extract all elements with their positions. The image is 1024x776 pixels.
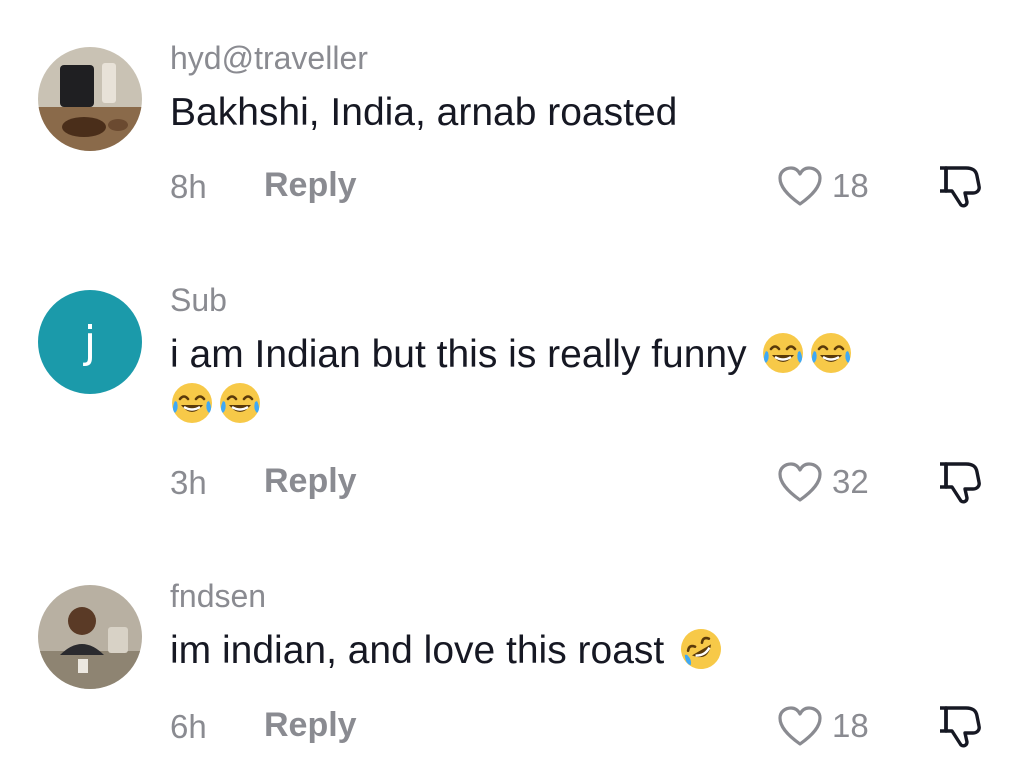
- reply-button[interactable]: Reply: [264, 166, 357, 205]
- comment-text-content: im indian, and love this roast: [170, 629, 665, 672]
- heart-icon: [776, 704, 824, 748]
- avatar[interactable]: [38, 585, 142, 689]
- comment-text: i am Indian but this is really funny: [170, 330, 970, 430]
- like-button[interactable]: 18: [776, 164, 869, 208]
- avatar-photo: [38, 585, 142, 689]
- like-count: 18: [832, 707, 869, 744]
- thumbs-down-icon[interactable]: [936, 700, 986, 750]
- username[interactable]: hyd@traveller: [170, 40, 368, 77]
- avatar[interactable]: [38, 47, 142, 151]
- comment-text: im indian, and love this roast: [170, 626, 970, 676]
- comment-text: Bakhshi, India, arnab roasted: [170, 88, 970, 138]
- heart-icon: [776, 460, 824, 504]
- reply-button[interactable]: Reply: [264, 462, 357, 501]
- like-button[interactable]: 18: [776, 704, 869, 748]
- thumbs-down-icon[interactable]: [936, 456, 986, 506]
- rolling-on-the-floor-laughing-icon: [679, 627, 723, 671]
- like-count: 18: [832, 167, 869, 204]
- heart-icon: [776, 164, 824, 208]
- avatar-letter: j: [83, 316, 97, 368]
- face-with-tears-of-joy-icon: [170, 381, 214, 425]
- like-count: 32: [832, 463, 869, 500]
- reply-button[interactable]: Reply: [264, 706, 357, 745]
- comment-text-content: i am Indian but this is really funny: [170, 333, 747, 376]
- username[interactable]: fndsen: [170, 578, 266, 615]
- avatar[interactable]: j: [38, 290, 142, 394]
- timestamp: 8h: [170, 168, 207, 205]
- face-with-tears-of-joy-icon: [761, 331, 805, 375]
- face-with-tears-of-joy-icon: [218, 381, 262, 425]
- like-button[interactable]: 32: [776, 460, 869, 504]
- avatar-photo: [38, 47, 142, 151]
- face-with-tears-of-joy-icon: [809, 331, 853, 375]
- thumbs-down-icon[interactable]: [936, 160, 986, 210]
- username[interactable]: Sub: [170, 282, 227, 319]
- timestamp: 3h: [170, 464, 207, 501]
- comment-text-content: Bakhshi, India, arnab roasted: [170, 91, 678, 134]
- timestamp: 6h: [170, 708, 207, 745]
